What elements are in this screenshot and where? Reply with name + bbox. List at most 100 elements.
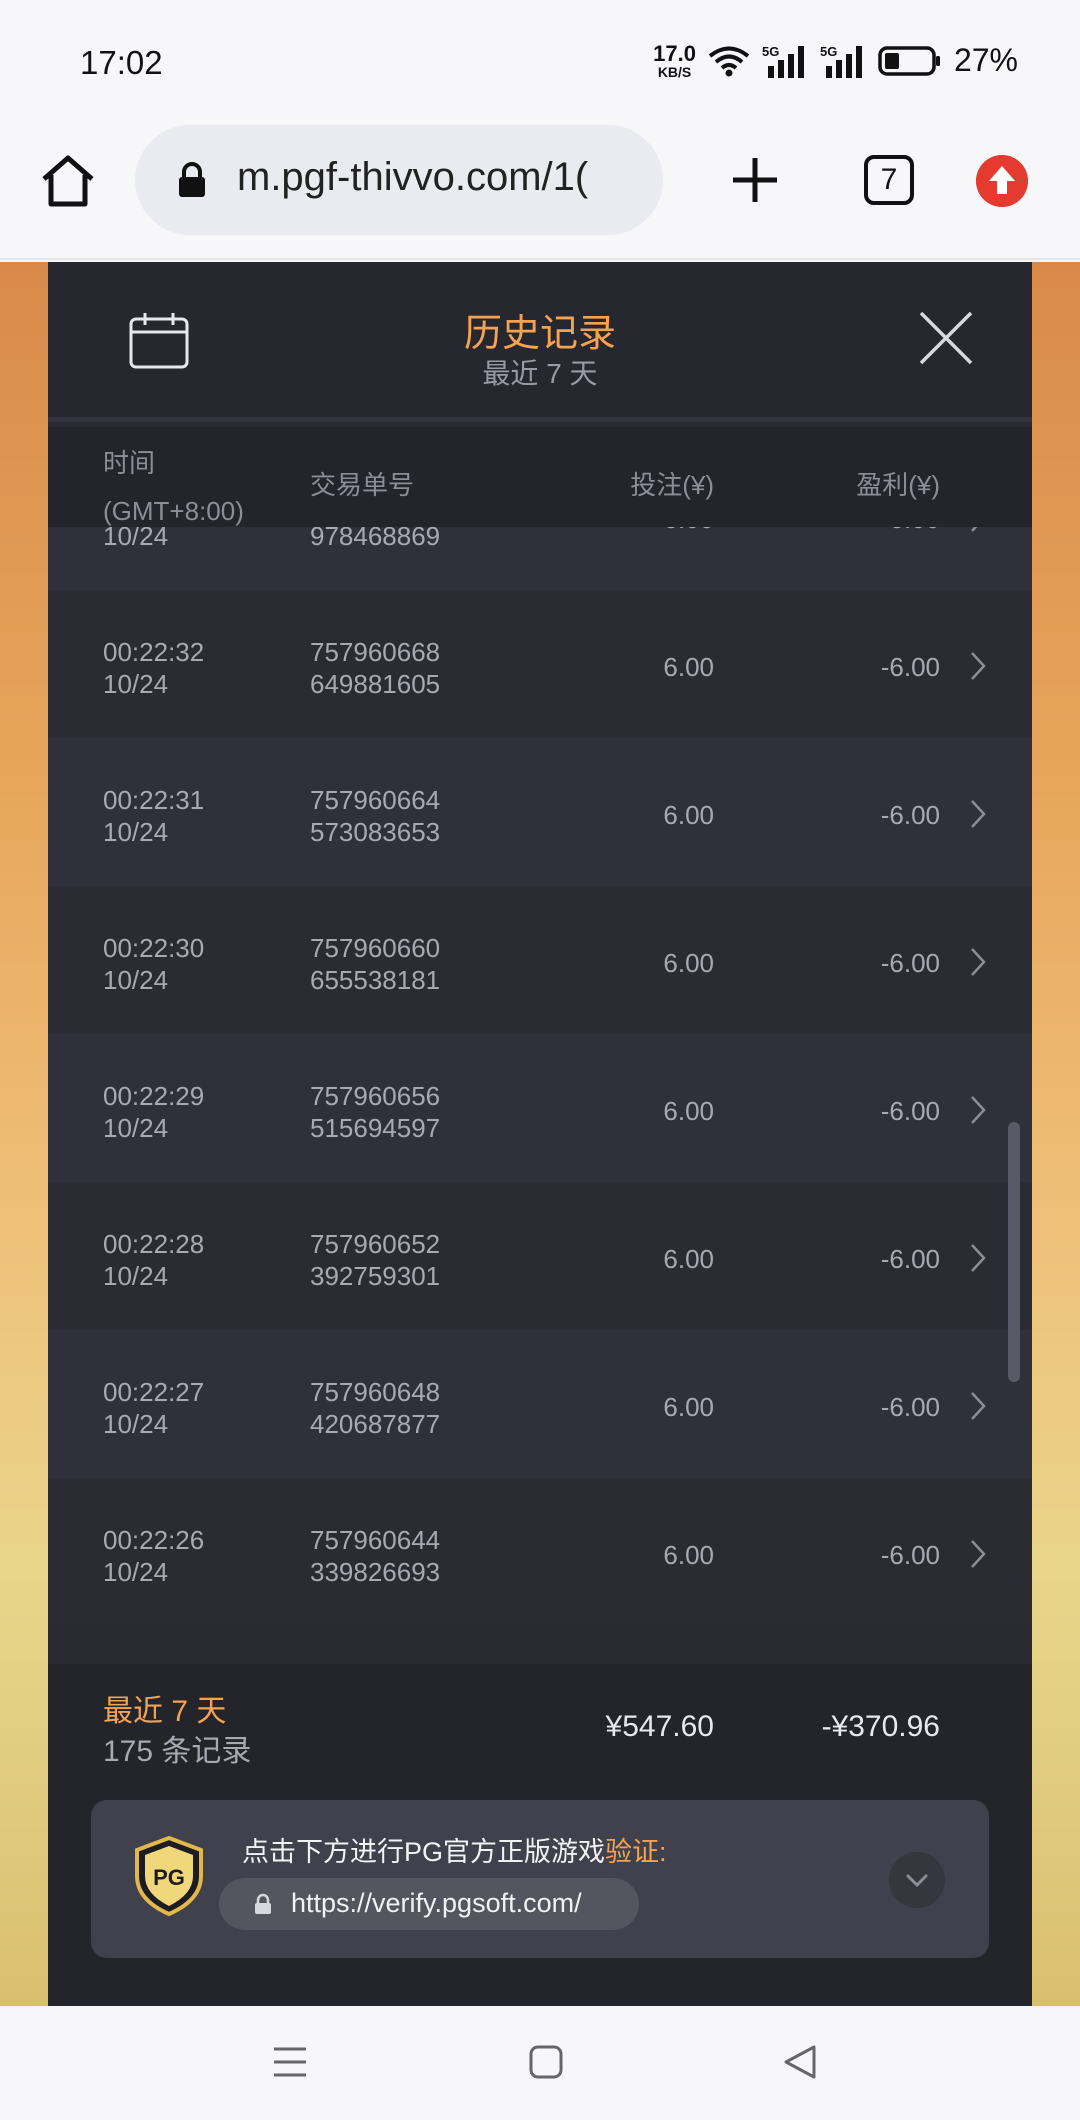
row-profit: -6.00 — [880, 1392, 940, 1422]
network-speed: 17.0 KB/S — [653, 40, 696, 80]
chevron-right-icon[interactable] — [968, 798, 988, 830]
summary-period: 最近 7 天 — [103, 1695, 227, 1728]
row-time: 00:22:32 10/24 — [103, 636, 204, 700]
row-order-id: 757960648 420687877 — [310, 1376, 440, 1440]
row-date-value: 10/24 — [103, 1409, 169, 1439]
row-order-id-line1: 757960644 — [310, 1525, 441, 1555]
network-speed-unit: KB/S — [657, 63, 692, 80]
column-profit: 盈利(¥) — [856, 470, 940, 500]
scrollbar[interactable] — [1008, 1122, 1020, 1382]
svg-text:5G: 5G — [820, 44, 837, 59]
row-time-value: 00:22:27 — [103, 1377, 205, 1407]
status-bar: 17:02 17.0 KB/S 5G 5G 27% — [0, 0, 1080, 125]
table-row[interactable]: 00:22:28 10/24 757960652 392759301 6.00 -6.00 — [48, 1182, 1032, 1330]
row-order-id-line2: 339826693 — [310, 1557, 441, 1587]
verify-link-text[interactable]: https://verify.pgsoft.com/ — [291, 1888, 582, 1919]
chevron-right-icon[interactable] — [968, 946, 988, 978]
verify-link[interactable]: https://verify.pgsoft.com/ — [219, 1878, 639, 1930]
url-text[interactable]: m.pgf-thivvo.com/1( — [237, 155, 588, 200]
summary-total-bet: ¥547.60 — [605, 1710, 714, 1743]
row-order-id-line1: 757960648 — [310, 1377, 441, 1407]
row-bet: 6.00 — [663, 1244, 714, 1274]
row-time: 00:22:28 10/24 — [103, 1228, 204, 1292]
table-row[interactable]: 00:22:32 10/24 757960668 649881605 6.00 -6.00 — [48, 590, 1032, 738]
svg-text:PG: PG — [153, 1865, 185, 1890]
row-order-id-line1: 757960656 — [310, 1081, 441, 1111]
row-order-id: 757960644 339826693 — [310, 1524, 440, 1588]
table-row[interactable]: 00:22:31 10/24 757960664 573083653 6.00 -6.00 — [48, 738, 1032, 886]
row-order-id: 757960672978468869 — [310, 527, 440, 552]
menu-icon[interactable] — [272, 2044, 308, 2080]
summary-total-profit: -¥370.96 — [821, 1710, 940, 1743]
table-row[interactable]: 00:22:29 10/24 757960656 515694597 6.00 -6.00 — [48, 1034, 1032, 1182]
history-modal: 历史记录 最近 7 天 时间 (GMT+8:00) 交易单号 投注(¥) 盈利(… — [48, 262, 1032, 2006]
row-order-id: 757960652 392759301 — [310, 1228, 440, 1292]
row-bet: 6.00 — [663, 1096, 714, 1126]
row-order-id: 757960664 573083653 — [310, 784, 440, 848]
row-profit: -6.00 — [880, 1540, 940, 1570]
row-bet: 6.00 — [663, 948, 714, 978]
history-list-inner: 00:22:3310/24 757960672978468869 6.00 -6.00… — [48, 527, 1032, 1626]
row-time-value: 00:22:26 — [103, 1525, 205, 1555]
chevron-right-icon[interactable] — [968, 650, 988, 682]
chevron-down-icon[interactable] — [889, 1852, 945, 1908]
table-row[interactable]: 00:22:27 10/24 757960648 420687877 6.00 -6.00 — [48, 1330, 1032, 1478]
row-profit: -6.00 — [880, 1244, 940, 1274]
modal-subtitle: 最近 7 天 — [482, 358, 598, 389]
battery-percent: 27% — [953, 42, 1018, 78]
chevron-right-icon[interactable] — [968, 1094, 988, 1126]
close-icon[interactable] — [918, 310, 974, 366]
row-profit: -6.00 — [880, 800, 940, 830]
verify-banner[interactable]: PG 点击下方进行PG官方正版游戏验证: https://verify.pgso… — [91, 1800, 989, 1958]
back-triangle-icon[interactable] — [782, 2044, 818, 2080]
verify-text-highlight: 验证: — [605, 1837, 667, 1867]
system-nav-bar — [0, 2006, 1080, 2120]
row-date-value: 10/24 — [103, 817, 169, 847]
row-order-id: 757960668 649881605 — [310, 636, 440, 700]
row-order-id-line1: 757960660 — [310, 933, 441, 963]
row-order-id-line2: 978468869 — [310, 527, 441, 551]
row-profit: -6.00 — [881, 527, 940, 535]
chevron-right-icon[interactable] — [968, 1242, 988, 1274]
browser-toolbar: m.pgf-thivvo.com/1( 7 — [0, 125, 1080, 260]
pg-shield-logo: PG — [135, 1836, 203, 1916]
row-bet: 6.00 — [663, 800, 714, 830]
table-header: 时间 (GMT+8:00) 交易单号 投注(¥) 盈利(¥) — [48, 427, 1032, 527]
row-bet: 6.00 — [663, 652, 714, 682]
row-profit: -6.00 — [880, 1096, 940, 1126]
table-row[interactable]: 00:22:30 10/24 757960660 655538181 6.00 -6.00 — [48, 886, 1032, 1034]
column-bet: 投注(¥) — [630, 470, 714, 500]
row-order-id-line2: 655538181 — [310, 965, 441, 995]
row-date-value: 10/24 — [103, 1261, 169, 1291]
home-icon[interactable] — [40, 153, 96, 209]
chevron-right-icon[interactable] — [968, 1390, 988, 1422]
modal-header: 历史记录 最近 7 天 — [48, 262, 1032, 422]
network-speed-value: 17.0 — [653, 40, 696, 66]
row-time: 00:22:29 10/24 — [103, 1080, 204, 1144]
row-time: 00:22:31 10/24 — [103, 784, 204, 848]
new-tab-icon[interactable] — [728, 153, 782, 207]
row-bet: 6.00 — [663, 1392, 714, 1422]
home-square-icon[interactable] — [528, 2044, 564, 2080]
row-order-id-line2: 420687877 — [310, 1409, 441, 1439]
row-time-value: 00:22:32 — [103, 637, 205, 667]
status-indicators: 17.0 KB/S 5G 5G 27% — [653, 42, 1018, 79]
address-bar[interactable]: m.pgf-thivvo.com/1( — [135, 125, 663, 235]
row-time-value: 00:22:29 — [103, 1081, 205, 1111]
row-time: 00:22:30 10/24 — [103, 932, 204, 996]
signal-5g-2-icon: 5G — [820, 44, 866, 78]
battery-icon — [878, 45, 940, 76]
update-arrow-icon[interactable] — [976, 155, 1028, 207]
table-row[interactable]: 00:22:3310/24 757960672978468869 6.00 -6.00 — [48, 527, 1032, 590]
lock-icon — [179, 162, 205, 197]
row-profit: -6.00 — [880, 652, 940, 682]
summary-footer: 最近 7 天 175 条记录 ¥547.60 -¥370.96 PG 点击下方进… — [48, 1664, 1032, 2006]
row-time-value: 00:22:31 — [103, 785, 205, 815]
table-row[interactable]: 00:22:26 10/24 757960644 339826693 6.00 -6.00 — [48, 1478, 1032, 1626]
row-time-value: 00:22:28 — [103, 1229, 205, 1259]
verify-text-main: 点击下方进行PG官方正版游戏 — [242, 1837, 606, 1867]
chevron-right-icon[interactable] — [968, 527, 988, 534]
row-date-value: 10/24 — [103, 527, 169, 551]
tab-switcher-button[interactable]: 7 — [864, 155, 914, 205]
chevron-right-icon[interactable] — [968, 1538, 988, 1570]
